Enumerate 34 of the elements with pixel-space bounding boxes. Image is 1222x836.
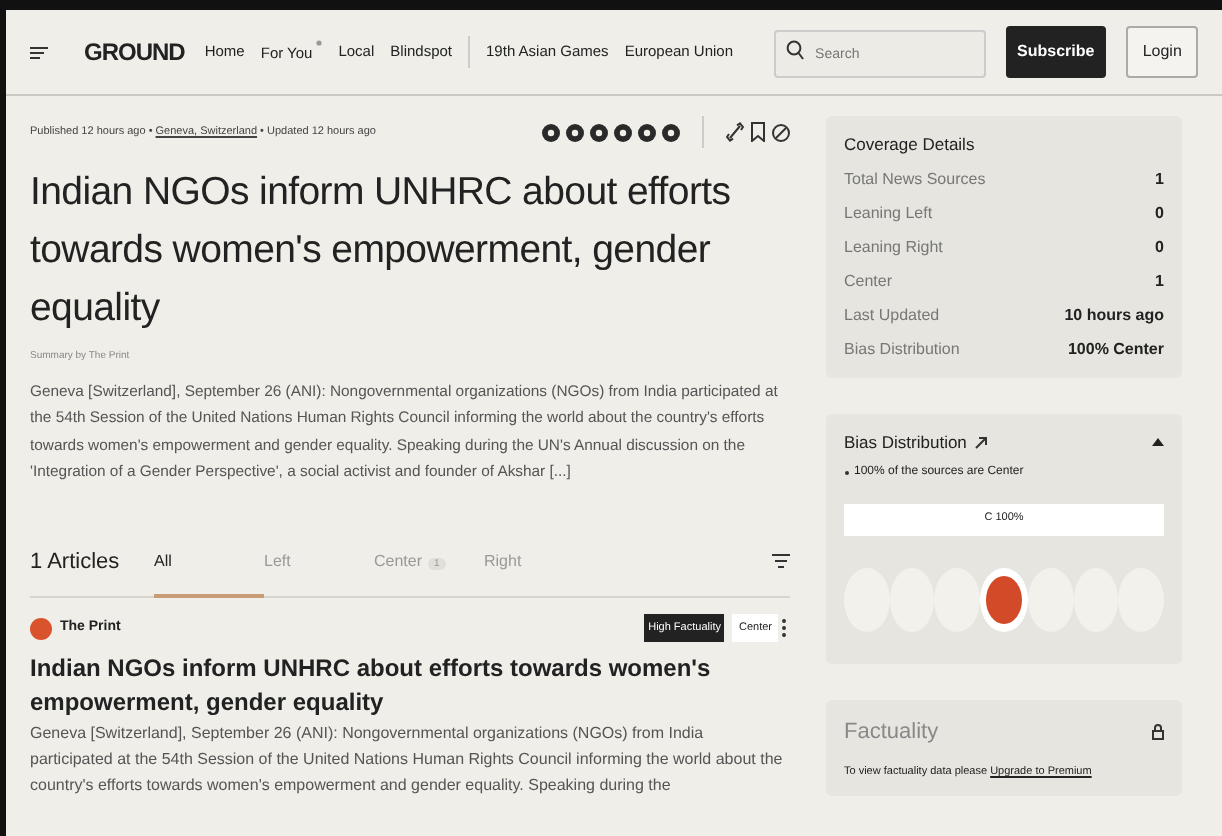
more-icon[interactable] xyxy=(778,618,790,638)
detail-value: 10 hours ago xyxy=(1064,303,1164,328)
card-title: Factuality xyxy=(844,717,939,747)
article-excerpt: Geneva [Switzerland], September 26 (ANI): Nongovernmental organizations (NGOs) from India participated at the 54th Session of the United Nations Human Rights Council informing the world about the country's efforts towards women's empowerment and gender equality. Speaking during the xyxy=(30,722,785,799)
detail-label: Last Updated xyxy=(844,303,940,328)
detail-label: Leaning Right xyxy=(844,235,943,260)
search-icon xyxy=(785,39,804,60)
card-title: Coverage Details xyxy=(844,132,977,158)
detail-label: Bias Distribution xyxy=(844,337,960,362)
filter-tab[interactable]: All xyxy=(154,545,264,598)
article-title[interactable]: Indian NGOs inform UNHRC about efforts towards women's empowerment, gender equality xyxy=(30,652,790,721)
filter-icon[interactable] xyxy=(772,553,790,568)
collapse-icon[interactable] xyxy=(1152,438,1164,447)
detail-value: 1 xyxy=(1155,269,1164,294)
detail-value: 0 xyxy=(1155,235,1164,260)
detail-value: 0 xyxy=(1155,201,1164,226)
detail-value: 1 xyxy=(1155,167,1164,192)
dot-icon xyxy=(316,39,323,46)
subscribe-button[interactable]: Subscribe xyxy=(1005,26,1107,78)
detail-label: Total News Sources xyxy=(844,167,986,192)
detail-label: Leaning Left xyxy=(844,201,933,226)
logo[interactable]: GROUND xyxy=(84,38,185,66)
arrow-icon[interactable] xyxy=(974,435,989,450)
login-button[interactable]: Login xyxy=(1126,26,1198,78)
lock-icon xyxy=(1152,723,1164,740)
menu-icon[interactable] xyxy=(30,45,48,59)
hide-icon[interactable] xyxy=(772,123,790,141)
articles-count: 1 Articles xyxy=(30,547,122,578)
detail-value: 100% Center xyxy=(1067,337,1164,362)
card-title: Bias Distribution xyxy=(844,429,967,455)
bookmark-icon[interactable] xyxy=(750,122,766,142)
story-title: Indian NGOs inform UNHRC about efforts towards women's empowerment, gender equality xyxy=(30,168,733,334)
source-logo-icon xyxy=(30,617,52,639)
detail-label: Center xyxy=(844,269,893,294)
